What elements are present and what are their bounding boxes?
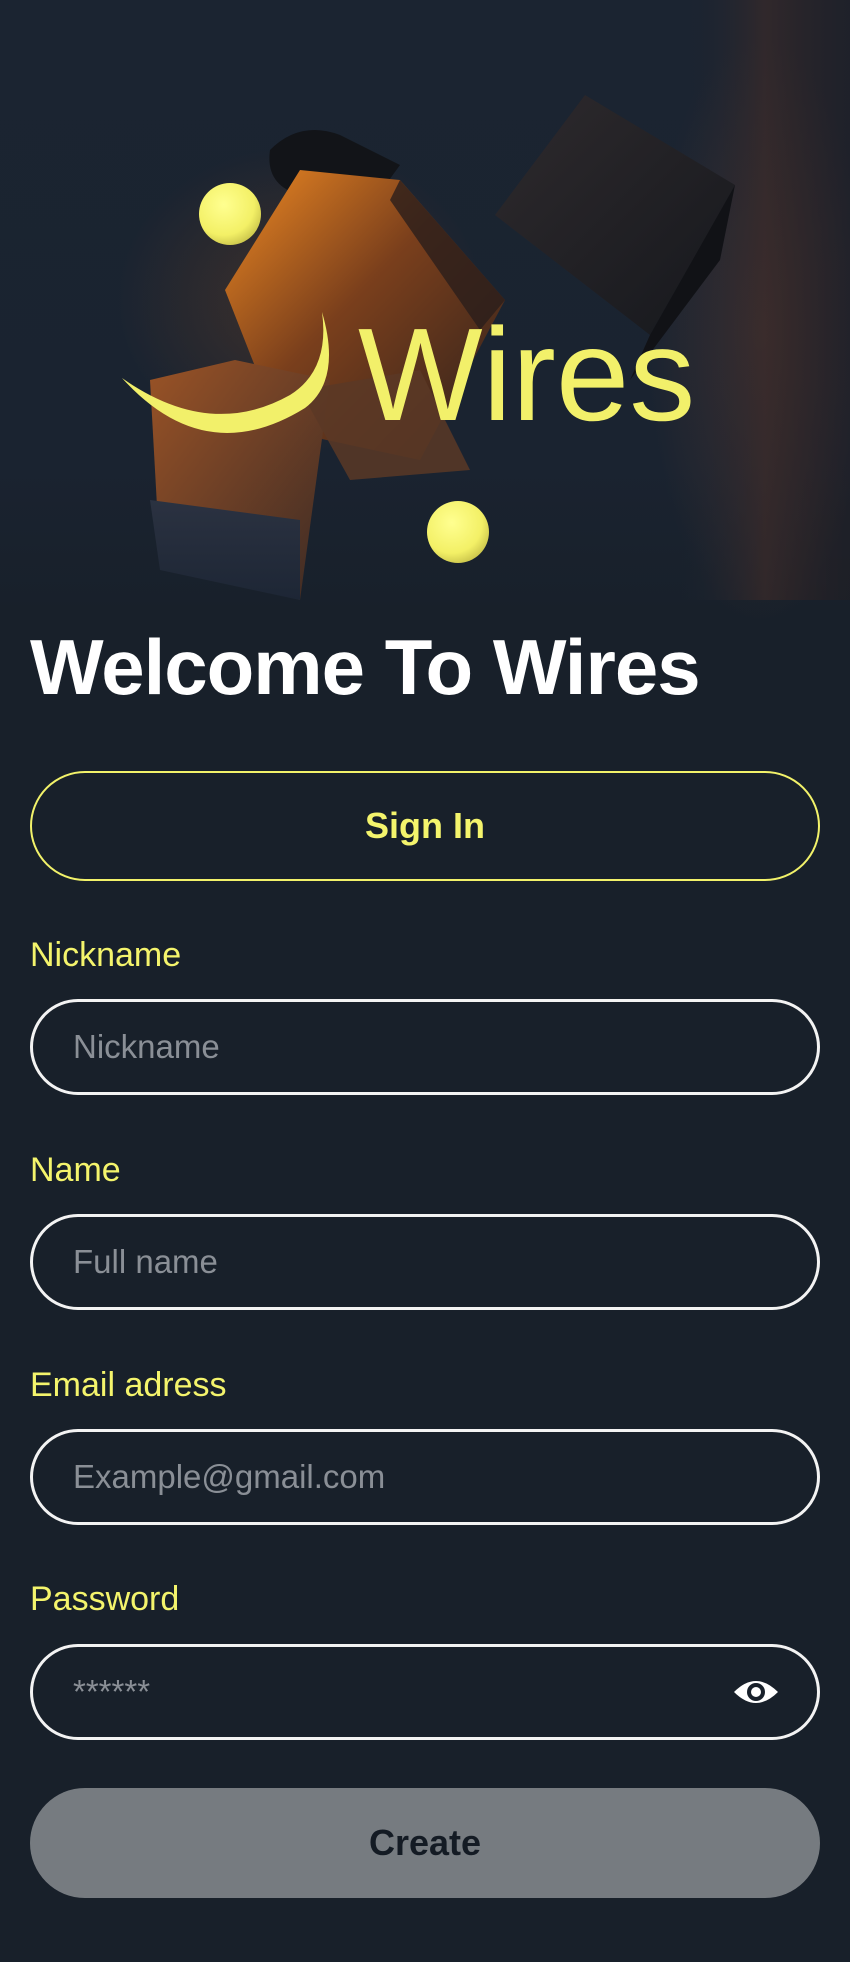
full-name-input[interactable]: [30, 1214, 820, 1310]
hero-banner: Wires: [0, 0, 850, 620]
password-input[interactable]: [30, 1644, 820, 1740]
top-orb: [199, 183, 261, 245]
page-title: Welcome To Wires: [30, 623, 701, 711]
create-account-button[interactable]: Create: [30, 1788, 820, 1898]
email-label: Email adress: [30, 1366, 227, 1404]
password-visibility-toggle[interactable]: [726, 1666, 786, 1718]
sign-in-button[interactable]: Sign In: [30, 771, 820, 881]
password-label: Password: [30, 1580, 180, 1618]
email-input[interactable]: [30, 1429, 820, 1525]
nickname-label: Nickname: [30, 936, 182, 974]
nickname-input[interactable]: [30, 999, 820, 1095]
signup-screen: Wires Welcome To Wires Sign In Nickname …: [0, 0, 850, 1962]
logo-wordmark: Wires: [358, 301, 695, 448]
name-label: Name: [30, 1151, 121, 1189]
bottom-orb: [427, 501, 489, 563]
eye-icon: [734, 1681, 778, 1703]
hero-illustration: Wires: [122, 0, 850, 600]
